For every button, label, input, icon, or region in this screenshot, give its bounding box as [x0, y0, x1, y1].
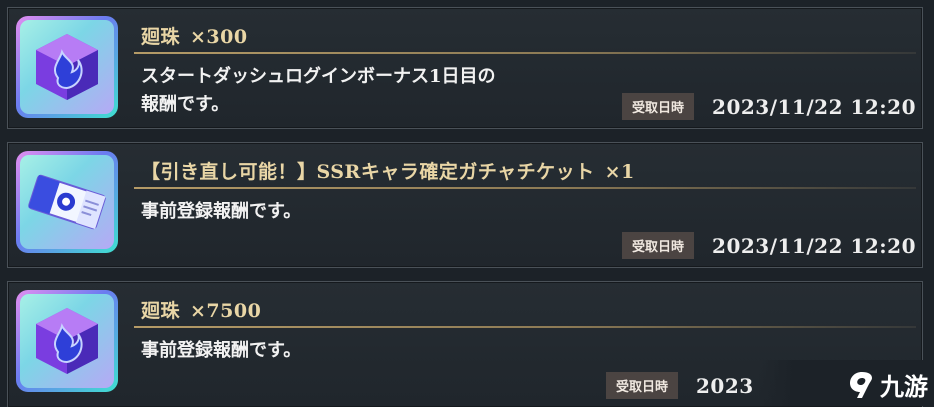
reward-title: 廻珠 ×7500 — [141, 300, 262, 322]
divider — [134, 187, 916, 189]
watermark: 九游 — [848, 367, 928, 402]
reward-description: 事前登録報酬です。 — [141, 201, 302, 222]
reward-title: 【引き直し可能！】SSRキャラ確定ガチャチケット ×1 — [141, 161, 635, 183]
reward-item[interactable]: 廻珠 ×300 スタートダッシュログインボーナス1日目の 報酬です。 受取日時 2… — [7, 7, 923, 129]
reward-thumbnail — [16, 290, 118, 392]
nine-game-logo-icon — [850, 371, 872, 398]
reward-item[interactable]: 【引き直し可能！】SSRキャラ確定ガチャチケット ×1 事前登録報酬です。 受取日… — [7, 142, 923, 268]
cube-gem-icon — [36, 308, 98, 374]
received-info: 受取日時 2023/11/22 12:20 — [622, 93, 916, 120]
received-datetime: 2023 — [696, 373, 754, 398]
received-datetime: 2023/11/22 12:20 — [712, 233, 916, 258]
gacha-ticket-icon — [28, 174, 106, 230]
received-label: 受取日時 — [622, 232, 695, 259]
reward-thumbnail — [16, 16, 118, 118]
received-info: 受取日時 2023 — [606, 372, 754, 399]
received-info: 受取日時 2023/11/22 12:20 — [622, 232, 916, 259]
reward-description: 事前登録報酬です。 — [141, 340, 302, 361]
watermark-text: 九游 — [880, 373, 928, 401]
divider — [134, 52, 916, 54]
reward-thumbnail — [16, 151, 118, 253]
received-label: 受取日時 — [606, 372, 679, 399]
reward-description: スタートダッシュログインボーナス1日目の 報酬です。 — [141, 66, 496, 115]
divider — [134, 326, 916, 328]
received-datetime: 2023/11/22 12:20 — [712, 94, 916, 119]
received-label: 受取日時 — [622, 93, 695, 120]
reward-title: 廻珠 ×300 — [141, 26, 248, 48]
cube-gem-icon — [36, 34, 98, 100]
